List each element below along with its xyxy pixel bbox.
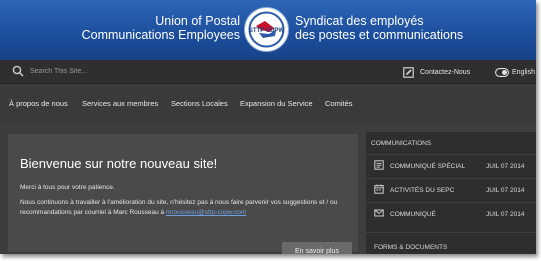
communication-title: COMMUNIQUÉ SPÉCIAL: [390, 163, 466, 170]
communication-item[interactable]: COMMUNIQUÉ SPÉCIAL JUIL 07 2014: [366, 156, 536, 178]
calendar-icon: [374, 184, 384, 194]
search-bar: Contactez-Nous English: [0, 60, 536, 84]
site-header: Union of Postal Communications Employees…: [0, 0, 536, 60]
header-fr-line2: des postes et communications: [295, 27, 464, 42]
envelope-icon: [374, 209, 384, 217]
logo-text: STTP CUPW: [249, 28, 285, 34]
main-content: Bienvenue sur notre nouveau site! Merci …: [0, 124, 536, 254]
header-title-fr: Syndicat des employés des postes et comm…: [295, 14, 464, 42]
main-nav: À propos de nous Services aux membres Se…: [0, 85, 536, 124]
nav-item-member-services[interactable]: Services aux membres: [82, 99, 158, 108]
welcome-panel: Bienvenue sur notre nouveau site! Merci …: [8, 134, 358, 254]
header-title-en: Union of Postal Communications Employees: [81, 14, 240, 42]
communication-title: COMMUNIQUÉ: [390, 211, 436, 218]
communication-item[interactable]: COMMUNIQUÉ JUIL 07 2014: [366, 204, 536, 226]
nav-item-about[interactable]: À propos de nous: [9, 99, 68, 108]
search-input[interactable]: [30, 64, 230, 79]
document-icon: [374, 160, 384, 170]
header-en-line2: Communications Employees: [81, 27, 240, 42]
welcome-title: Bienvenue sur notre nouveau site!: [20, 156, 218, 171]
language-toggle[interactable]: English: [495, 65, 535, 79]
divider: [366, 154, 536, 155]
header-fr-line1: Syndicat des employés: [295, 14, 424, 28]
union-logo[interactable]: STTP CUPW: [243, 6, 290, 53]
communications-header: COMMUNICATIONS: [371, 140, 432, 147]
language-label: English: [512, 68, 535, 76]
communication-date: JUIL 07 2014: [486, 211, 525, 218]
welcome-paragraph-1: Merci à tous pour votre patience.: [20, 184, 115, 191]
divider: [366, 202, 536, 203]
web-page: Union of Postal Communications Employees…: [0, 0, 536, 254]
divider: [366, 178, 536, 179]
nav-item-local-sections[interactable]: Sections Locales: [171, 99, 228, 108]
nav-item-committees[interactable]: Comités: [325, 99, 353, 108]
communications-sidebar: COMMUNICATIONS COMMUNIQUÉ SPÉCIAL JUIL 0…: [366, 132, 536, 254]
search-icon[interactable]: [12, 65, 24, 77]
contact-link[interactable]: Contactez-Nous: [403, 65, 470, 79]
communication-title: ACTIVITÉS DU SEPC: [390, 187, 455, 194]
email-link[interactable]: mrousseau@sttp-cupw.com: [166, 209, 246, 216]
forms-documents-header[interactable]: FORMS & DOCUMENTS: [374, 244, 447, 251]
toggle-icon: [495, 67, 509, 77]
divider: [366, 232, 536, 233]
communication-date: JUIL 07 2014: [486, 187, 525, 194]
edit-icon: [403, 66, 414, 78]
read-more-button[interactable]: En savoir plus: [282, 242, 352, 254]
communication-date: JUIL 07 2014: [486, 163, 525, 170]
contact-label: Contactez-Nous: [420, 68, 471, 76]
header-en-line1: Union of Postal: [155, 14, 240, 28]
nav-item-service-expansion[interactable]: Expansion du Service: [240, 99, 313, 108]
communication-item[interactable]: ACTIVITÉS DU SEPC JUIL 07 2014: [366, 180, 536, 202]
welcome-paragraph-2: Nous continuons à travailler à l'amélior…: [20, 198, 348, 218]
